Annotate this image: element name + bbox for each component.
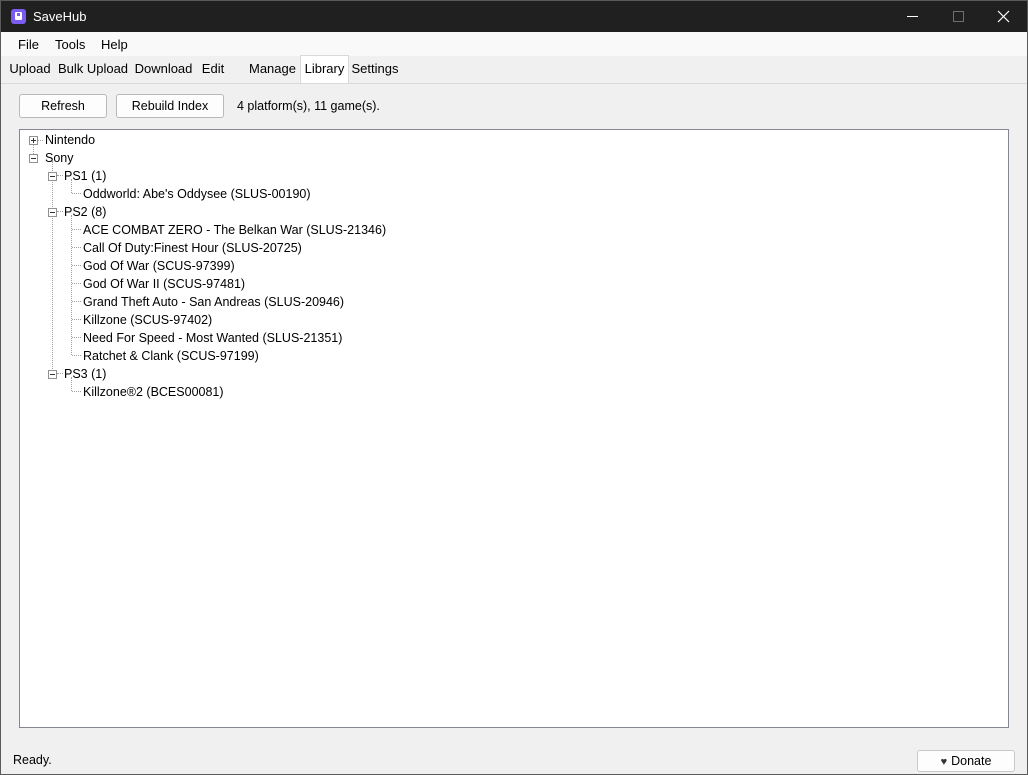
tree-game-item[interactable]: Killzone (SCUS-97402) (83, 313, 212, 327)
collapse-icon[interactable] (48, 208, 57, 217)
tab-bar: Upload Bulk Upload Download Edit Manage … (1, 55, 1027, 84)
minimize-icon (907, 16, 918, 17)
tab-settings[interactable]: Settings (349, 56, 401, 82)
library-panel: Refresh Rebuild Index 4 platform(s), 11 … (1, 84, 1027, 744)
menu-file[interactable]: File (18, 37, 39, 52)
tree-line (38, 140, 43, 141)
window-title: SaveHub (33, 9, 87, 24)
app-icon (11, 9, 26, 24)
menu-tools[interactable]: Tools (55, 37, 85, 52)
tree-line (72, 265, 81, 266)
tree-node-ps3[interactable]: PS3 (1) (64, 367, 106, 381)
tree-node-nintendo[interactable]: Nintendo (45, 133, 95, 147)
tree-line (72, 301, 81, 302)
expand-icon[interactable] (29, 136, 38, 145)
library-summary: 4 platform(s), 11 game(s). (237, 99, 380, 113)
tree-line (57, 211, 63, 212)
rebuild-index-button[interactable]: Rebuild Index (116, 94, 224, 118)
tab-library[interactable]: Library (300, 55, 349, 83)
tree-line (57, 175, 63, 176)
collapse-icon[interactable] (48, 172, 57, 181)
tab-upload[interactable]: Upload (5, 56, 55, 82)
refresh-button[interactable]: Refresh (19, 94, 107, 118)
app-window: SaveHub File Tools Help Upload Bulk Uplo… (0, 0, 1028, 775)
maximize-icon (953, 11, 964, 22)
status-text: Ready. (13, 753, 52, 767)
tree-line (72, 283, 81, 284)
tree-line (72, 319, 81, 320)
tree-game-item[interactable]: Grand Theft Auto - San Andreas (SLUS-209… (83, 295, 344, 309)
library-tree[interactable]: Nintendo Sony PS1 (1) Oddworld: Abe's Od… (19, 129, 1009, 728)
tree-line (72, 337, 81, 338)
minimize-button[interactable] (889, 1, 935, 32)
donate-label: Donate (951, 754, 992, 768)
collapse-icon[interactable] (48, 370, 57, 379)
tree-node-ps1[interactable]: PS1 (1) (64, 169, 106, 183)
tree-game-item[interactable]: Ratchet & Clank (SCUS-97199) (83, 349, 259, 363)
tab-bulk-upload[interactable]: Bulk Upload (57, 56, 129, 82)
tree-node-sony[interactable]: Sony (45, 151, 74, 165)
heart-icon: ♥ (940, 756, 948, 768)
close-icon (997, 10, 1010, 23)
tree-line (52, 161, 53, 373)
tree-game-item[interactable]: ACE COMBAT ZERO - The Belkan War (SLUS-2… (83, 223, 386, 237)
tree-line (72, 247, 81, 248)
title-bar: SaveHub (1, 1, 1027, 32)
maximize-button[interactable] (935, 1, 981, 32)
tree-line (72, 391, 81, 392)
close-button[interactable] (981, 1, 1027, 32)
tree-game-item[interactable]: God Of War (SCUS-97399) (83, 259, 235, 273)
tree-line (72, 193, 81, 194)
tree-node-ps2[interactable]: PS2 (8) (64, 205, 106, 219)
menu-bar: File Tools Help (1, 32, 1027, 56)
tab-edit[interactable]: Edit (197, 56, 229, 82)
tree-line (72, 355, 81, 356)
tree-game-item[interactable]: Need For Speed - Most Wanted (SLUS-21351… (83, 331, 342, 345)
tree-line (71, 215, 72, 355)
status-bar: Ready. ♥ Donate (1, 744, 1027, 774)
tab-download[interactable]: Download (132, 56, 195, 82)
menu-help[interactable]: Help (101, 37, 128, 52)
tab-manage[interactable]: Manage (245, 56, 300, 82)
tree-game-item[interactable]: God Of War II (SCUS-97481) (83, 277, 245, 291)
tree-line (57, 373, 63, 374)
tree-game-item[interactable]: Call Of Duty:Finest Hour (SLUS-20725) (83, 241, 302, 255)
tree-line (72, 229, 81, 230)
tree-game-item[interactable]: Killzone®2 (BCES00081) (83, 385, 224, 399)
tree-game-item[interactable]: Oddworld: Abe's Oddysee (SLUS-00190) (83, 187, 311, 201)
collapse-icon[interactable] (29, 154, 38, 163)
donate-button[interactable]: ♥ Donate (917, 750, 1015, 772)
